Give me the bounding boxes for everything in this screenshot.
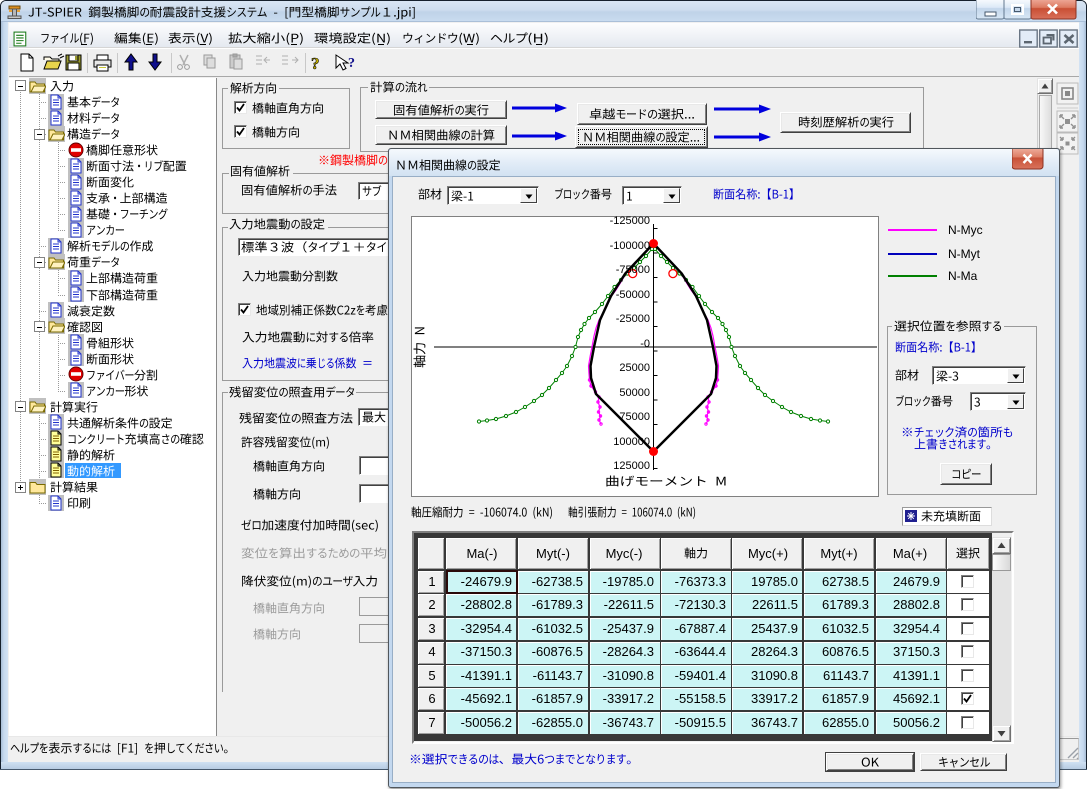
svg-text:?: ?	[311, 54, 320, 73]
svg-text:?: ?	[348, 56, 355, 71]
